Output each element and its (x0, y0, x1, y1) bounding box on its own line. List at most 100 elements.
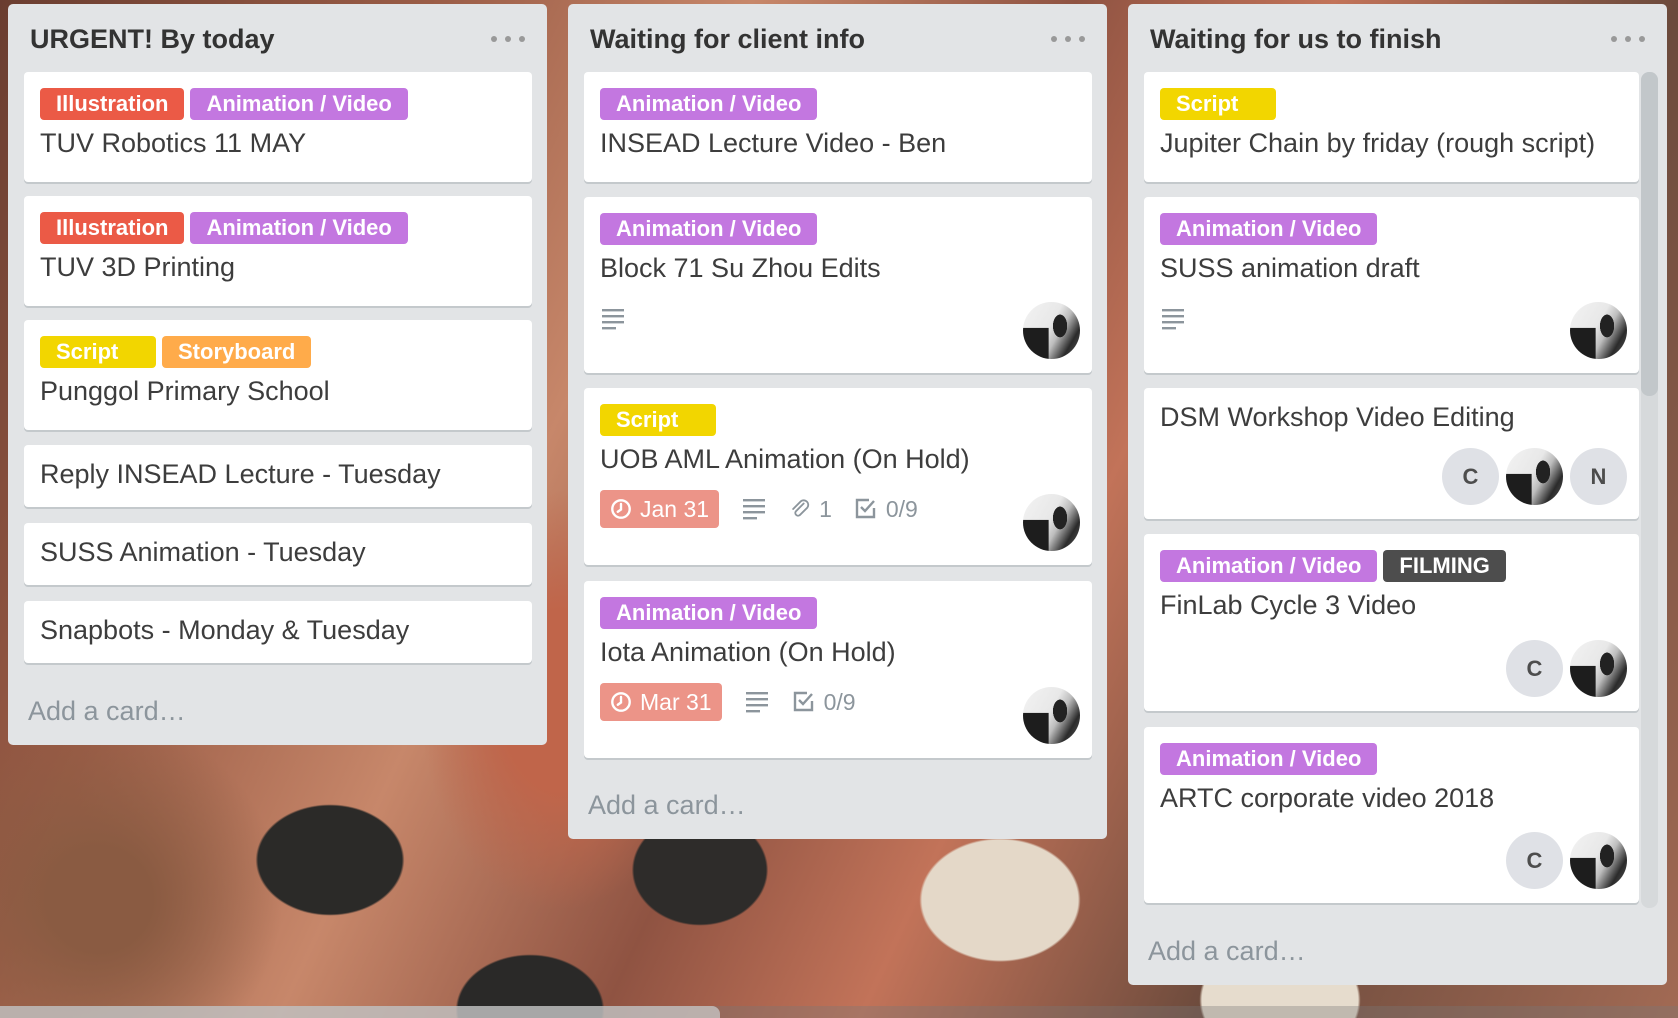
label-animation-video[interactable]: Animation / Video (600, 88, 818, 120)
member-avatar-c[interactable]: C (1442, 448, 1499, 505)
card-title: TUV Robotics 11 MAY (40, 128, 307, 158)
card-title: Iota Animation (On Hold) (600, 637, 896, 667)
card-labels: Script (600, 404, 716, 436)
label-script[interactable]: Script (40, 336, 156, 368)
label-animation-video[interactable]: Animation / Video (1160, 550, 1378, 582)
member-avatar-c[interactable]: C (1506, 640, 1563, 697)
card-members: C (1506, 832, 1627, 889)
label-illustration[interactable]: Illustration (40, 212, 185, 244)
card[interactable]: Illustration Animation / Video TUV Robot… (24, 72, 532, 182)
list-title[interactable]: Waiting for client info (590, 24, 865, 55)
card-members: C N (1442, 448, 1627, 505)
label-animation-video[interactable]: Animation / Video (190, 88, 408, 120)
member-avatar[interactable] (1570, 640, 1627, 697)
card-title: TUV 3D Printing (40, 252, 236, 282)
board-horizontal-scrollbar-thumb[interactable] (0, 1006, 720, 1018)
more-dots-icon (1051, 36, 1057, 42)
card-members (1023, 494, 1080, 551)
card[interactable]: Animation / Video Iota Animation (On Hol… (584, 581, 1092, 758)
card-title: Block 71 Su Zhou Edits (600, 253, 881, 283)
list-header: Waiting for us to finish (1128, 4, 1667, 72)
add-card-button[interactable]: Add a card… (588, 790, 746, 821)
member-avatar[interactable] (1023, 494, 1080, 551)
label-animation-video[interactable]: Animation / Video (190, 212, 408, 244)
card[interactable]: Animation / Video Block 71 Su Zhou Edits (584, 197, 1092, 373)
card-members (1023, 687, 1080, 744)
card-labels: Animation / Video (1160, 213, 1378, 245)
card-labels: Script (1160, 88, 1276, 120)
clock-icon (611, 499, 631, 519)
card-title: SUSS animation draft (1160, 253, 1420, 283)
description-icon (602, 309, 624, 330)
label-script[interactable]: Script (1160, 88, 1276, 120)
board-horizontal-scrollbar[interactable] (0, 1006, 1678, 1018)
add-card-button[interactable]: Add a card… (28, 696, 186, 727)
due-date-badge[interactable]: Jan 31 (600, 490, 720, 528)
member-avatar[interactable] (1023, 302, 1080, 359)
checklist-badge: 0/9 (792, 689, 856, 716)
card[interactable]: Snapbots - Monday & Tuesday (24, 601, 532, 663)
card-title: Reply INSEAD Lecture - Tuesday (40, 459, 441, 489)
card-labels: Animation / Video (1160, 743, 1378, 775)
card-badges (600, 307, 626, 331)
checklist-progress: 0/9 (823, 688, 856, 715)
member-avatar[interactable] (1506, 448, 1563, 505)
card-title: Snapbots - Monday & Tuesday (40, 615, 410, 645)
list-header: URGENT! By today (8, 4, 547, 72)
paperclip-icon (792, 499, 810, 517)
card[interactable]: Script UOB AML Animation (On Hold) Jan 3… (584, 388, 1092, 565)
member-avatar-c[interactable]: C (1506, 832, 1563, 889)
attachments-badge: 1 (789, 496, 832, 523)
card[interactable]: Reply INSEAD Lecture - Tuesday (24, 445, 532, 507)
card-members (1023, 302, 1080, 359)
card[interactable]: Animation / Video ARTC corporate video 2… (1144, 727, 1639, 903)
list-scrollbar[interactable] (1641, 72, 1658, 908)
list-menu-button[interactable] (1051, 30, 1085, 48)
clock-icon (611, 692, 631, 712)
list-title[interactable]: Waiting for us to finish (1150, 24, 1441, 55)
member-avatar[interactable] (1570, 832, 1627, 889)
list-menu-button[interactable] (1611, 30, 1645, 48)
member-avatar[interactable] (1570, 302, 1627, 359)
card[interactable]: Illustration Animation / Video TUV 3D Pr… (24, 196, 532, 306)
label-animation-video[interactable]: Animation / Video (1160, 213, 1378, 245)
list-menu-button[interactable] (491, 30, 525, 48)
card[interactable]: Script Jupiter Chain by friday (rough sc… (1144, 72, 1639, 182)
attachments-count: 1 (819, 495, 832, 522)
card[interactable]: DSM Workshop Video Editing C N (1144, 388, 1639, 519)
card[interactable]: Animation / Video FILMING FinLab Cycle 3… (1144, 534, 1639, 711)
more-dots-icon (491, 36, 497, 42)
list-urgent-by-today: URGENT! By today Illustration Animation … (8, 4, 547, 745)
card-labels: Animation / Video (600, 88, 818, 120)
label-filming[interactable]: FILMING (1383, 550, 1506, 582)
card-badges (1160, 307, 1186, 331)
list-title[interactable]: URGENT! By today (30, 24, 275, 55)
label-animation-video[interactable]: Animation / Video (600, 213, 818, 245)
card[interactable]: SUSS Animation - Tuesday (24, 523, 532, 585)
card[interactable]: Animation / Video SUSS animation draft (1144, 197, 1639, 373)
due-date-text: Mar 31 (640, 688, 712, 715)
label-storyboard[interactable]: Storyboard (162, 336, 312, 368)
member-avatar-n[interactable]: N (1570, 448, 1627, 505)
list-waiting-for-us-to-finish: Waiting for us to finish Script Jupiter … (1128, 4, 1667, 985)
label-script[interactable]: Script (600, 404, 716, 436)
card-title: FinLab Cycle 3 Video (1160, 590, 1417, 620)
label-animation-video[interactable]: Animation / Video (1160, 743, 1378, 775)
card-labels: Animation / Video FILMING (1160, 550, 1506, 582)
label-animation-video[interactable]: Animation / Video (600, 597, 818, 629)
more-dots-icon (1611, 36, 1617, 42)
description-icon (745, 692, 768, 713)
member-avatar[interactable] (1023, 687, 1080, 744)
checklist-progress: 0/9 (885, 495, 918, 522)
card-title: Jupiter Chain by friday (rough script) (1160, 128, 1596, 158)
label-illustration[interactable]: Illustration (40, 88, 185, 120)
due-date-badge[interactable]: Mar 31 (600, 683, 722, 721)
card-members: C (1506, 640, 1627, 697)
card[interactable]: Animation / Video INSEAD Lecture Video -… (584, 72, 1092, 182)
list-scrollbar-thumb[interactable] (1641, 72, 1658, 396)
card-title: UOB AML Animation (On Hold) (600, 444, 970, 474)
card-title: ARTC corporate video 2018 (1160, 783, 1495, 813)
due-date-text: Jan 31 (640, 495, 710, 522)
add-card-button[interactable]: Add a card… (1148, 936, 1306, 967)
card[interactable]: Script Storyboard Punggol Primary School (24, 320, 532, 430)
